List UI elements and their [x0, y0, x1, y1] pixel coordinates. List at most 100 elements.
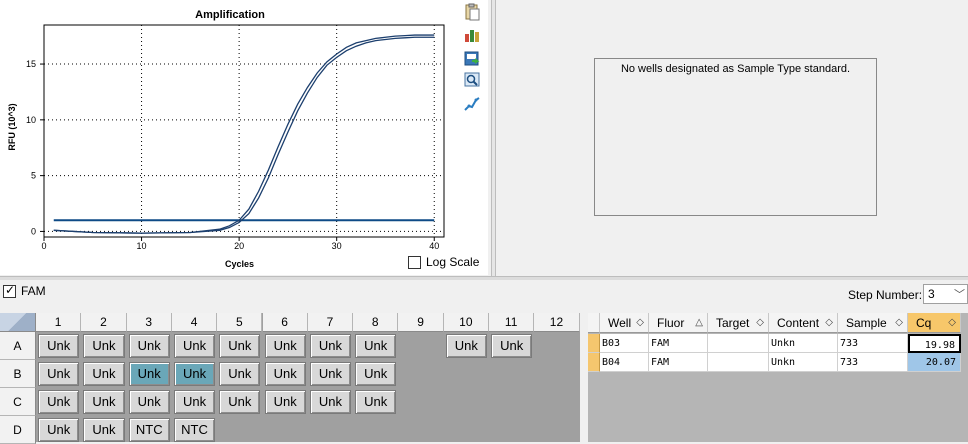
plate-well[interactable]: Unk [173, 334, 216, 358]
plate-well[interactable]: Unk [128, 390, 170, 414]
fluor-filter[interactable]: FAM [3, 283, 46, 298]
plate-row-header[interactable]: C [0, 388, 36, 416]
plate-grid: 1 2 3 4 5 6 7 8 9 10 11 12 A Unk Unk Unk Unk Unk Unk Unk Unk… [0, 313, 580, 444]
y-axis-label: RFU (10^3) [7, 103, 17, 151]
sort-icon[interactable]: ◇ [895, 313, 903, 333]
table-cell-sample[interactable]: 733 [838, 353, 908, 372]
plate-well[interactable]: Unk [173, 362, 216, 386]
plate-well[interactable]: Unk [264, 362, 306, 386]
plate-well[interactable]: Unk [83, 418, 125, 442]
header-label: Sample [846, 316, 887, 330]
row-marker[interactable] [588, 353, 600, 372]
table-cell-well[interactable]: B04 [600, 353, 649, 372]
plate-row-header[interactable]: D [0, 416, 36, 444]
row-marker[interactable] [588, 334, 600, 353]
chevron-down-icon: ﹀ [954, 289, 965, 301]
table-cell-content[interactable]: Unkn [769, 353, 838, 372]
plate-well[interactable]: Unk [309, 390, 352, 414]
plate-well[interactable]: Unk [309, 362, 352, 386]
log-scale-label: Log Scale [426, 255, 480, 269]
table-cell-target[interactable] [708, 353, 769, 372]
header-label: Cq [916, 316, 932, 330]
standard-curve-panel: No wells designated as Sample Type stand… [594, 58, 877, 216]
plate-column-header[interactable]: 10 [443, 313, 489, 332]
plate-well[interactable]: Unk [219, 362, 261, 386]
plate-well[interactable]: Unk [83, 390, 125, 414]
log-scale-toggle[interactable]: Log Scale [408, 255, 479, 269]
vertical-splitter[interactable] [491, 0, 496, 277]
plate-well[interactable]: Unk [83, 334, 125, 358]
plate-well[interactable]: Unk [38, 418, 80, 442]
plate-column-header[interactable]: 9 [398, 313, 444, 332]
table-cell-fluor[interactable]: FAM [649, 334, 708, 353]
plate-well[interactable]: Unk [264, 334, 306, 358]
table-header-well[interactable]: Well ◇ [600, 313, 649, 333]
plate-column-header[interactable]: 6 [262, 313, 308, 332]
table-header-content[interactable]: Content ◇ [769, 313, 838, 333]
plate-column-header[interactable]: 7 [307, 313, 354, 332]
plate-column-header[interactable]: 12 [534, 313, 580, 332]
sort-icon[interactable]: ◇ [825, 313, 833, 333]
zoom-image-icon[interactable] [463, 71, 481, 89]
plate-select-all[interactable] [0, 313, 36, 332]
x-tick-label: 30 [332, 241, 342, 251]
fam-checkbox[interactable] [3, 283, 16, 298]
plate-column-header[interactable]: 8 [353, 313, 399, 332]
plate-well[interactable]: Unk [83, 362, 125, 386]
plate-row-header[interactable]: A [0, 332, 36, 360]
plate-column-header[interactable]: 3 [126, 313, 172, 332]
plate-column-header[interactable]: 5 [217, 313, 263, 332]
fam-label: FAM [21, 284, 46, 298]
plate-well[interactable]: Unk [355, 390, 397, 414]
step-number-label: Step Number: [848, 288, 923, 302]
plate-column-header[interactable]: 1 [36, 313, 82, 332]
header-label: Fluor [657, 316, 685, 330]
table-cell-sample[interactable]: 733 [838, 334, 908, 353]
table-header-fluor[interactable]: Fluor △ [649, 313, 708, 333]
export-icon[interactable] [463, 49, 481, 67]
plate-well[interactable]: Unk [355, 362, 397, 386]
horizontal-splitter[interactable] [0, 276, 968, 280]
plate-well[interactable]: Unk [173, 390, 216, 414]
table-header-target[interactable]: Target ◇ [708, 313, 769, 333]
plate-well[interactable]: Unk [128, 334, 170, 358]
plate-well[interactable]: Unk [491, 334, 533, 358]
y-tick-label: 15 [26, 59, 36, 69]
plate-well[interactable]: Unk [38, 334, 80, 358]
clipboard-icon[interactable] [463, 3, 481, 21]
table-cell-cq[interactable]: 20.07 [908, 353, 961, 372]
table-cell-target[interactable] [708, 334, 769, 353]
plate-well[interactable]: Unk [219, 334, 261, 358]
plate-well[interactable]: Unk [445, 334, 487, 358]
step-number-select[interactable]: 3 ﹀ [923, 284, 968, 304]
plate-well[interactable]: Unk [309, 334, 352, 358]
plate-well[interactable]: NTC [128, 418, 170, 442]
table-header-cq[interactable]: Cq ◇ [908, 313, 961, 333]
table-cell-fluor[interactable]: FAM [649, 353, 708, 372]
y-tick-label: 0 [31, 226, 36, 236]
plate-well[interactable]: Unk [38, 390, 80, 414]
table-cell-cq[interactable]: 19.98 [908, 334, 961, 353]
table-header-sample[interactable]: Sample ◇ [838, 313, 908, 333]
chart-title: Amplification [195, 9, 265, 21]
trace-icon[interactable] [463, 95, 481, 113]
plate-well[interactable]: NTC [173, 418, 216, 442]
plate-column-header[interactable]: 2 [81, 313, 127, 332]
sort-icon[interactable]: ◇ [948, 313, 956, 333]
x-tick-label: 0 [41, 241, 46, 251]
table-cell-well[interactable]: B03 [600, 334, 649, 353]
plate-well[interactable]: Unk [38, 362, 80, 386]
sort-icon[interactable]: ◇ [756, 313, 764, 333]
plate-well[interactable]: Unk [128, 362, 170, 386]
plate-well[interactable]: Unk [264, 390, 306, 414]
plate-row-header[interactable]: B [0, 360, 36, 388]
sort-icon[interactable]: ◇ [636, 313, 644, 333]
plate-well[interactable]: Unk [355, 334, 397, 358]
table-cell-content[interactable]: Unkn [769, 334, 838, 353]
chart-settings-icon[interactable] [463, 26, 481, 44]
plate-well[interactable]: Unk [219, 390, 261, 414]
sort-icon[interactable]: △ [695, 313, 703, 333]
plate-column-header[interactable]: 11 [489, 313, 535, 332]
plate-column-header[interactable]: 4 [171, 313, 218, 332]
log-scale-checkbox[interactable] [408, 255, 421, 269]
